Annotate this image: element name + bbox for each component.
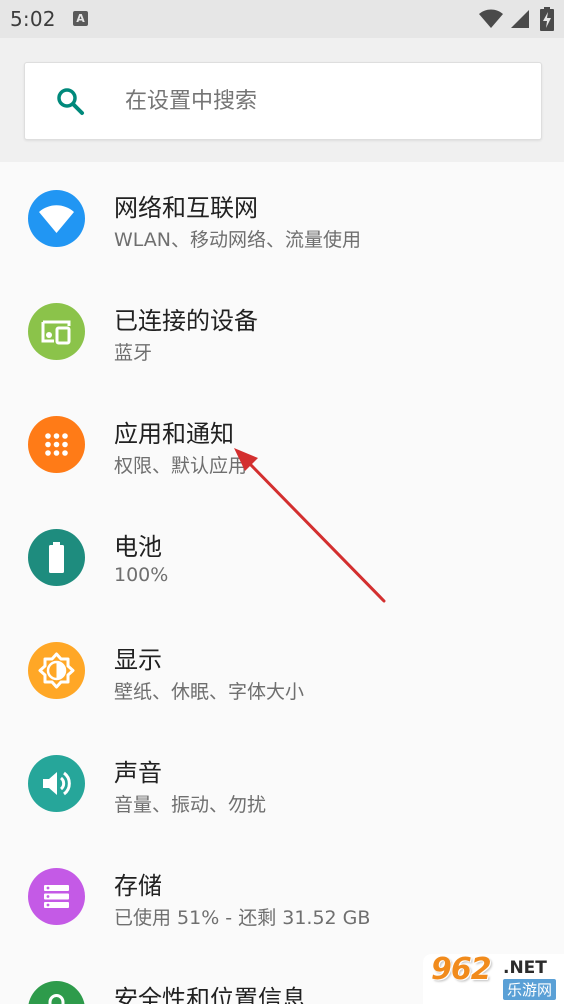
search-area [0,38,564,162]
settings-item-title: 网络和互联网 [114,194,258,222]
watermark-site-name: 乐游网 [503,979,557,1000]
settings-item-subtitle: 已使用 51% - 还剩 31.52 GB [114,907,371,929]
site-watermark: 962 .NET 乐游网 [423,948,564,1004]
battery-icon [28,529,85,586]
wifi-icon [479,9,503,28]
status-icons [478,7,556,31]
lock-icon [28,981,85,1004]
search-bar[interactable] [24,62,542,140]
status-time: 5:02 [10,7,56,31]
connected-devices-icon [28,303,85,360]
settings-item-subtitle: WLAN、移动网络、流量使用 [114,229,362,251]
settings-item-apps-notifications[interactable]: 应用和通知 权限、默认应用 [0,388,564,501]
settings-item-display[interactable]: 显示 壁纸、休眠、字体大小 [0,614,564,727]
wifi-icon [28,190,85,247]
settings-item-battery[interactable]: 电池 100% [0,501,564,614]
search-icon[interactable] [54,85,86,117]
cellular-signal-icon [511,10,529,28]
settings-item-subtitle: 壁纸、休眠、字体大小 [114,681,305,703]
notification-a-icon: A [73,11,88,26]
settings-list: 网络和互联网 WLAN、移动网络、流量使用 已连接的设备 蓝牙 应用和通知 权限… [0,162,564,1004]
storage-icon [28,868,85,925]
settings-item-subtitle: 权限、默认应用 [114,455,248,477]
settings-item-storage[interactable]: 存储 已使用 51% - 还剩 31.52 GB [0,840,564,953]
settings-item-connected-devices[interactable]: 已连接的设备 蓝牙 [0,275,564,388]
apps-grid-icon [28,416,85,473]
settings-item-network[interactable]: 网络和互联网 WLAN、移动网络、流量使用 [0,162,564,275]
settings-item-title: 声音 [114,759,162,787]
settings-item-subtitle: 音量、振动、勿扰 [114,794,267,816]
settings-item-sound[interactable]: 声音 音量、振动、勿扰 [0,727,564,840]
settings-item-title: 存储 [114,872,162,900]
settings-item-title: 应用和通知 [114,420,234,448]
watermark-number: 962 [431,952,492,987]
settings-item-title: 显示 [114,646,162,674]
volume-icon [28,755,85,812]
settings-item-title: 安全性和位置信息 [114,985,306,1004]
brightness-icon [28,642,85,699]
status-bar: 5:02 A [0,0,564,38]
settings-item-title: 电池 [114,533,162,561]
battery-charging-icon [540,7,554,31]
settings-item-title: 已连接的设备 [114,307,258,335]
settings-item-subtitle: 蓝牙 [114,342,153,364]
settings-item-subtitle: 100% [114,564,169,586]
search-input[interactable] [125,81,515,121]
watermark-domain: .NET [503,958,547,978]
